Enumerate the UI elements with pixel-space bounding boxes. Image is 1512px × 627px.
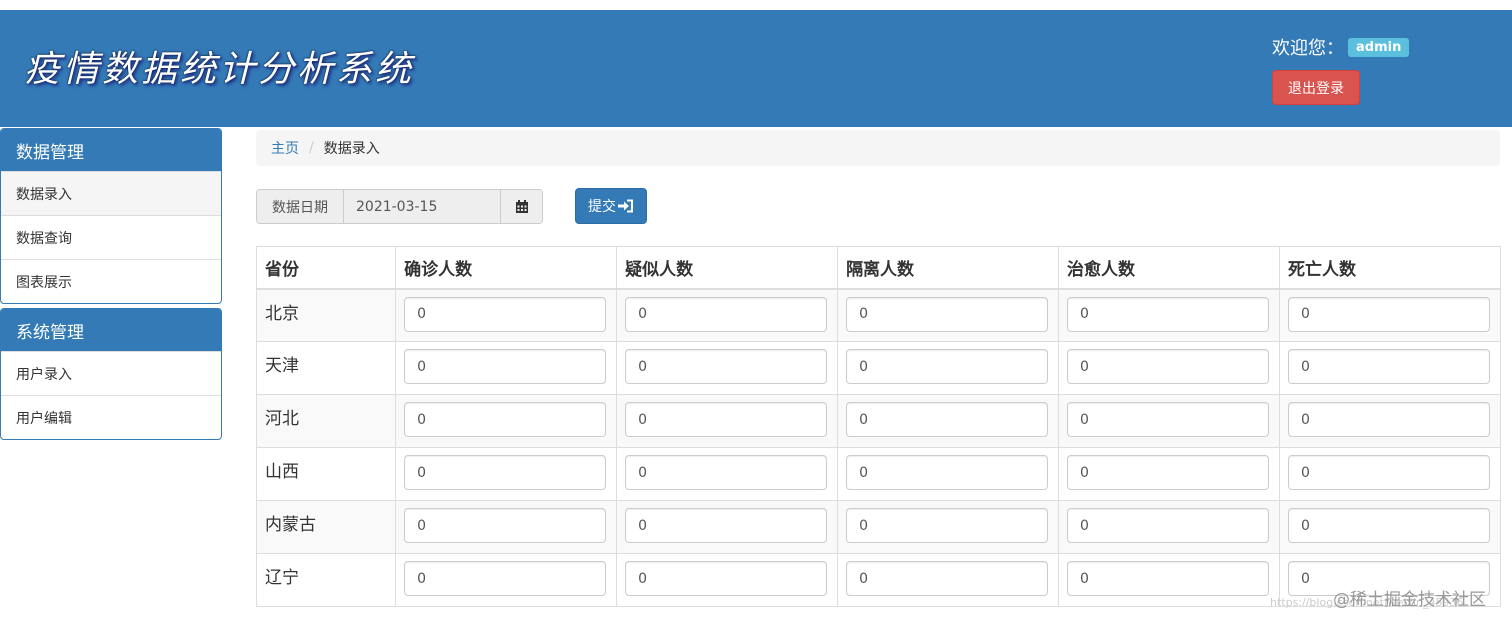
quarantined-input[interactable] bbox=[846, 349, 1049, 384]
breadcrumb-current: 数据录入 bbox=[323, 141, 380, 157]
breadcrumb: 主页 / 数据录入 bbox=[256, 130, 1500, 166]
data-table: 省份 确诊人数 疑似人数 隔离人数 治愈人数 死亡人数 北京 天津 河北 bbox=[255, 246, 1502, 607]
sidebar-item-chart-display[interactable]: 图表展示 bbox=[1, 259, 221, 303]
table-row: 天津 bbox=[255, 341, 1502, 395]
date-label: 数据日期 bbox=[257, 190, 344, 223]
quarantined-input[interactable] bbox=[846, 508, 1049, 543]
suspected-input[interactable] bbox=[625, 455, 828, 490]
province-cell: 河北 bbox=[255, 394, 397, 448]
suspected-input[interactable] bbox=[625, 508, 828, 543]
sidebar-heading-data: 数据管理 bbox=[1, 129, 221, 171]
table-row: 河北 bbox=[255, 394, 1502, 448]
confirmed-input[interactable] bbox=[404, 508, 607, 543]
submit-label: 提交 bbox=[588, 199, 616, 215]
dead-input[interactable] bbox=[1287, 402, 1490, 437]
cured-input[interactable] bbox=[1067, 349, 1270, 384]
calendar-icon[interactable] bbox=[500, 190, 542, 223]
column-header-quarantined: 隔离人数 bbox=[837, 246, 1060, 290]
sidebar-item-user-edit[interactable]: 用户编辑 bbox=[1, 395, 221, 439]
breadcrumb-separator: / bbox=[309, 140, 314, 156]
column-header-suspected: 疑似人数 bbox=[616, 246, 839, 290]
suspected-input[interactable] bbox=[625, 296, 828, 332]
table-row: 内蒙古 bbox=[255, 500, 1502, 554]
app-title: 疫情数据统计分析系统 bbox=[24, 49, 415, 90]
cured-input[interactable] bbox=[1067, 455, 1270, 490]
username-badge: admin bbox=[1348, 37, 1410, 57]
sidebar-item-data-entry[interactable]: 数据录入 bbox=[1, 171, 221, 215]
suspected-input[interactable] bbox=[625, 349, 828, 384]
logout-button[interactable]: 退出登录 bbox=[1272, 70, 1360, 105]
column-header-cured: 治愈人数 bbox=[1058, 246, 1280, 290]
confirmed-input[interactable] bbox=[404, 561, 607, 596]
welcome-label: 欢迎您： bbox=[1272, 38, 1344, 59]
province-cell: 内蒙古 bbox=[255, 500, 397, 554]
date-input-group: 数据日期 bbox=[256, 189, 543, 224]
sidebar-item-user-entry[interactable]: 用户录入 bbox=[1, 351, 221, 395]
quarantined-input[interactable] bbox=[846, 455, 1049, 490]
sidebar-item-data-query[interactable]: 数据查询 bbox=[1, 215, 221, 259]
confirmed-input[interactable] bbox=[404, 296, 607, 332]
dead-input[interactable] bbox=[1287, 296, 1490, 332]
quarantined-input[interactable] bbox=[846, 561, 1049, 596]
column-header-dead: 死亡人数 bbox=[1278, 246, 1502, 290]
province-cell: 辽宁 bbox=[255, 553, 397, 607]
table-header-row: 省份 确诊人数 疑似人数 隔离人数 治愈人数 死亡人数 bbox=[255, 246, 1502, 290]
sidebar-heading-system: 系统管理 bbox=[1, 309, 221, 351]
province-cell: 山西 bbox=[255, 447, 397, 501]
login-icon bbox=[618, 199, 634, 213]
cured-input[interactable] bbox=[1067, 402, 1270, 437]
breadcrumb-home-link[interactable]: 主页 bbox=[271, 138, 299, 158]
suspected-input[interactable] bbox=[625, 402, 828, 437]
table-row: 北京 bbox=[255, 288, 1502, 342]
submit-button[interactable]: 提交 bbox=[575, 188, 647, 224]
cured-input[interactable] bbox=[1067, 508, 1270, 543]
dead-input[interactable] bbox=[1287, 508, 1490, 543]
suspected-input[interactable] bbox=[625, 561, 828, 596]
table-row: 山西 bbox=[255, 447, 1502, 501]
cured-input[interactable] bbox=[1067, 561, 1270, 596]
dead-input[interactable] bbox=[1287, 455, 1490, 490]
quarantined-input[interactable] bbox=[846, 296, 1049, 332]
dead-input[interactable] bbox=[1287, 349, 1490, 384]
date-input[interactable] bbox=[344, 190, 500, 223]
app-header: 疫情数据统计分析系统 欢迎您： admin 退出登录 bbox=[0, 10, 1512, 127]
sidebar-panel-system: 系统管理 用户录入 用户编辑 bbox=[0, 308, 222, 440]
watermark-text: @稀土掘金技术社区 bbox=[1333, 590, 1486, 610]
column-header-confirmed: 确诊人数 bbox=[395, 246, 618, 290]
quarantined-input[interactable] bbox=[846, 402, 1049, 437]
column-header-province: 省份 bbox=[255, 246, 397, 290]
sidebar-panel-data: 数据管理 数据录入 数据查询 图表展示 bbox=[0, 128, 222, 304]
confirmed-input[interactable] bbox=[404, 402, 607, 437]
welcome-text: 欢迎您： admin bbox=[1272, 34, 1410, 60]
province-cell: 天津 bbox=[255, 341, 397, 395]
province-cell: 北京 bbox=[255, 288, 397, 342]
confirmed-input[interactable] bbox=[404, 455, 607, 490]
cured-input[interactable] bbox=[1067, 296, 1270, 332]
confirmed-input[interactable] bbox=[404, 349, 607, 384]
